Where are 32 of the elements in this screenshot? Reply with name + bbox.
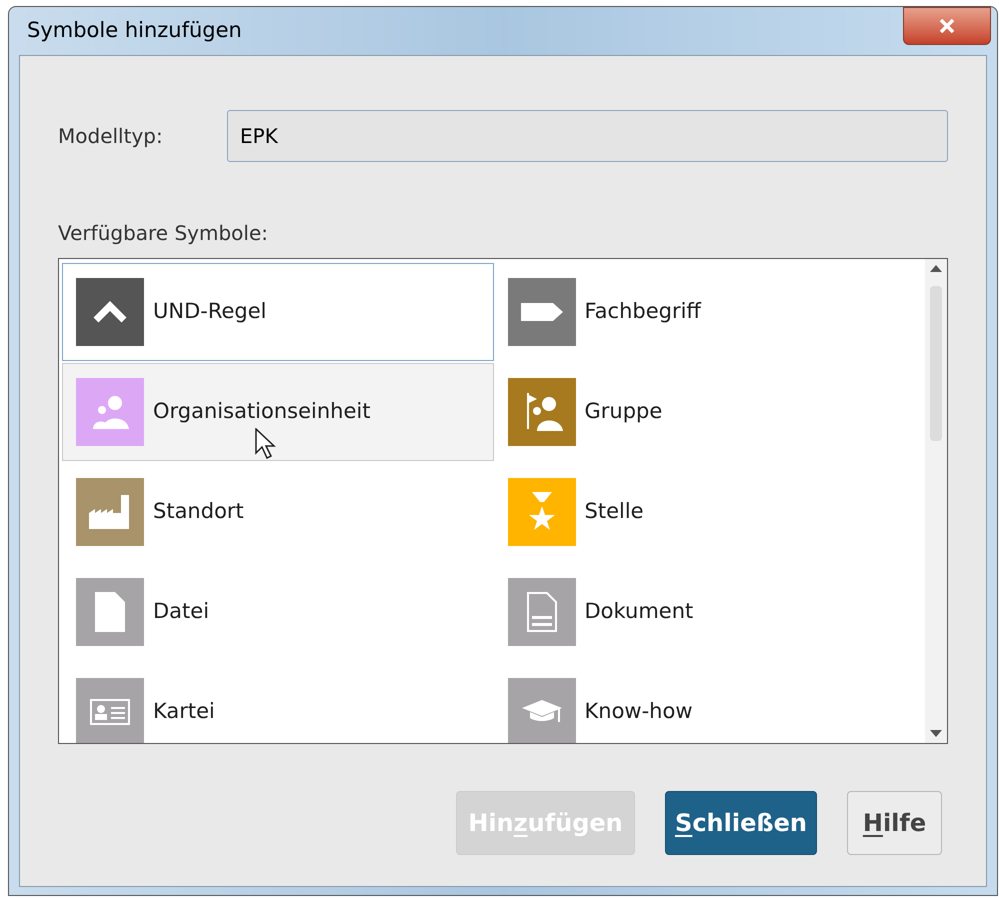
model-type-field[interactable]: EPK	[227, 110, 948, 162]
dialog-button[interactable]: Hilfe	[847, 791, 942, 855]
field-label: Modelltyp:	[58, 123, 164, 150]
symbol-label: Dokument	[584, 598, 694, 626]
symbol-label: Standort	[153, 498, 244, 526]
factory-icon	[89, 495, 131, 529]
symbol-label: Stelle	[584, 498, 644, 526]
close-icon	[939, 19, 955, 33]
symbol-label: Kartei	[153, 698, 215, 726]
mouse-cursor-icon	[255, 428, 277, 460]
symbol-label: Datei	[153, 598, 210, 626]
document-icon	[526, 592, 556, 632]
id-card-icon	[90, 699, 130, 725]
symbol-label: Know-how	[584, 698, 693, 726]
scroll-up-icon[interactable]	[930, 265, 942, 272]
close-button[interactable]	[903, 7, 991, 45]
symbol-item[interactable]: UND-Regel	[62, 263, 494, 361]
graduation-cap-icon	[522, 700, 562, 724]
tag-icon	[520, 303, 562, 321]
scrollbar[interactable]	[925, 259, 947, 743]
symbol-label: UND-Regel	[153, 298, 266, 326]
window-title: Symbole hinzufügen	[27, 17, 242, 44]
symbol-label: Fachbegriff	[584, 298, 701, 326]
symbol-item[interactable]: Organisationseinheit	[62, 363, 494, 461]
dialog-button[interactable]: Schließen	[665, 791, 817, 855]
list-label: Verfügbare Symbole:	[58, 220, 270, 247]
symbol-label: Gruppe	[584, 398, 662, 426]
medal-star-icon	[526, 492, 556, 532]
chevron-up-icon	[92, 300, 128, 324]
file-icon	[95, 592, 125, 632]
symbol-label: Organisationseinheit	[153, 398, 370, 426]
scroll-down-icon[interactable]	[930, 730, 942, 737]
